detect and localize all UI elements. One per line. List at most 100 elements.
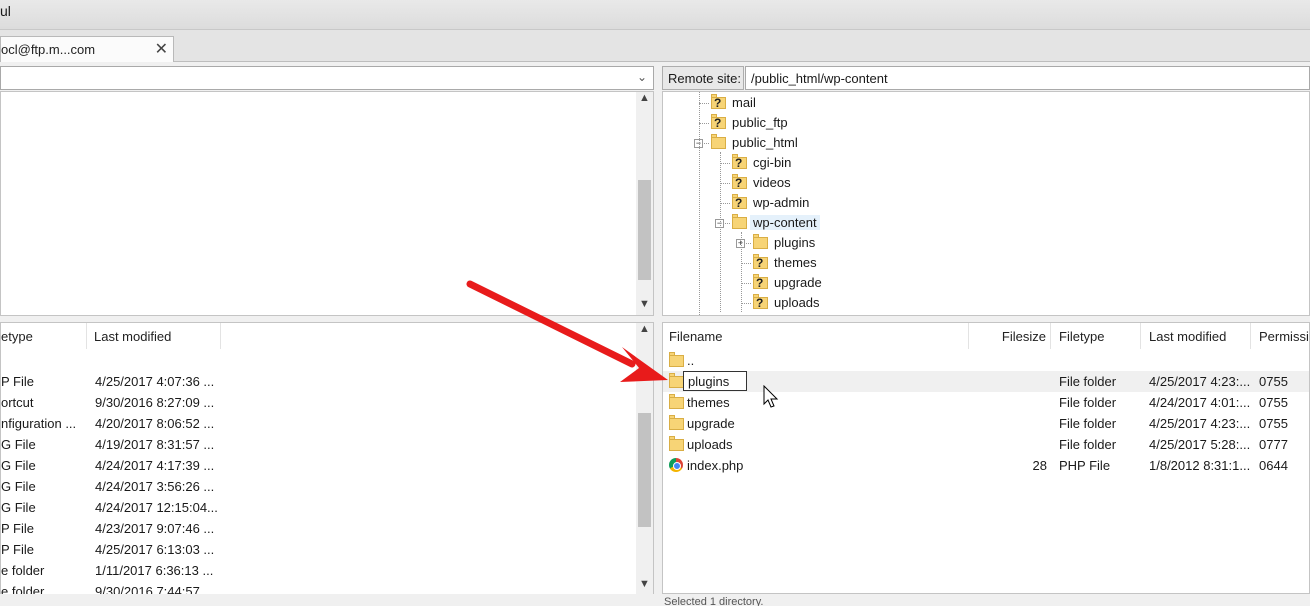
column-header-filetype[interactable]: Filetype: [1051, 323, 1141, 349]
remote-status-bar: Selected 1 directory.: [662, 594, 1310, 606]
tree-connector: [720, 183, 730, 184]
cell-filetype: G File: [1, 479, 36, 494]
unknown-folder-icon: ?: [732, 154, 747, 170]
local-directory-tree[interactable]: ▲ ▼: [0, 91, 654, 316]
tree-guide-line: [699, 92, 700, 315]
tree-item-label: videos: [753, 175, 791, 190]
cell-last-modified: 4/24/2017 12:15:04...: [95, 500, 218, 515]
remote-path-input[interactable]: /public_html/wp-content: [745, 66, 1310, 90]
title-bar: ul: [0, 0, 1310, 30]
cell-last-modified: 4/20/2017 8:06:52 ...: [95, 416, 215, 431]
cell-last-modified: 4/24/2017 4:17:39 ...: [95, 458, 215, 473]
column-header-permissions[interactable]: Permissio: [1251, 323, 1309, 349]
table-row[interactable]: nfiguration ... 4/20/2017 8:06:52 ...: [1, 413, 637, 434]
cell-last-modified: 9/30/2016 8:27:09 ...: [95, 395, 215, 410]
cell-last-modified: 4/19/2017 8:31:57 ...: [95, 437, 215, 452]
folder-icon: [669, 373, 684, 389]
column-header-filename[interactable]: Filename: [663, 323, 969, 349]
table-row[interactable]: G File 4/24/2017 12:15:04...: [1, 497, 637, 518]
vertical-splitter[interactable]: [654, 64, 662, 606]
cell-filetype: File folder: [1059, 395, 1117, 410]
scroll-down-icon[interactable]: ▼: [636, 578, 653, 595]
cell-permissions: 0755: [1259, 395, 1288, 410]
window-title: ul: [0, 3, 11, 19]
table-row[interactable]: P File 4/25/2017 4:07:36 ...: [1, 371, 637, 392]
tree-connector: [720, 163, 730, 164]
local-list-scrollbar[interactable]: ▲ ▼: [636, 323, 653, 605]
cell-last-modified: 4/25/2017 4:07:36 ...: [95, 374, 215, 389]
cell-last-modified: 1/11/2017 6:36:13 ...: [95, 563, 214, 578]
table-row[interactable]: upgrade File folder 4/25/2017 4:23:... 0755: [663, 413, 1309, 434]
tree-item-label: public_html: [732, 135, 798, 150]
cell-permissions: 0755: [1259, 374, 1288, 389]
table-row[interactable]: G File 4/24/2017 3:56:26 ...: [1, 476, 637, 497]
chrome-file-icon: [669, 458, 683, 472]
unknown-folder-icon: ?: [711, 114, 726, 130]
scroll-thumb[interactable]: [638, 413, 651, 527]
unknown-folder-icon: ?: [732, 174, 747, 190]
cell-filetype: File folder: [1059, 374, 1117, 389]
cell-last-modified: 1/8/2012 8:31:1...: [1149, 458, 1251, 473]
cell-filetype: File folder: [1059, 416, 1117, 431]
table-row[interactable]: G File 4/19/2017 8:31:57 ...: [1, 434, 637, 455]
tab-site[interactable]: ocl@ftp.m...com ✕: [0, 36, 174, 62]
scroll-up-icon[interactable]: ▲: [636, 92, 653, 109]
remote-directory-tree[interactable]: ? mail? public_ftp public_html −? cgi-bin? vid…: [662, 91, 1310, 316]
table-row[interactable]: ..: [663, 350, 1309, 371]
tree-connector: [699, 103, 709, 104]
cell-filesize: 28: [1032, 458, 1047, 473]
cell-filename: ..: [687, 353, 695, 368]
cell-filetype: nfiguration ...: [1, 416, 77, 431]
close-icon[interactable]: ✕: [155, 39, 168, 59]
tree-guide-line: [720, 152, 721, 312]
tree-item-label: wp-admin: [753, 195, 810, 210]
tree-connector: [720, 203, 730, 204]
table-row[interactable]: e folder 1/11/2017 6:36:13 ...: [1, 560, 637, 581]
folder-icon: [732, 214, 747, 230]
tree-item-label: wp-content: [750, 215, 820, 230]
unknown-folder-icon: ?: [732, 194, 747, 210]
cell-filename: upgrade: [687, 416, 735, 431]
local-tree-scrollbar[interactable]: ▲ ▼: [636, 92, 653, 315]
unknown-folder-icon: ?: [753, 274, 768, 290]
cell-filetype: P File: [1, 542, 34, 557]
tree-guide-line: [741, 232, 742, 312]
rename-input[interactable]: plugins: [683, 371, 747, 391]
cell-filetype: G File: [1, 458, 36, 473]
table-row[interactable]: themes File folder 4/24/2017 4:01:... 0755: [663, 392, 1309, 413]
column-header-last-modified[interactable]: Last modified: [88, 323, 221, 349]
table-row[interactable]: P File 4/25/2017 6:13:03 ...: [1, 539, 637, 560]
column-header-filetype[interactable]: etype: [1, 323, 87, 349]
tree-item-label: public_ftp: [732, 115, 788, 130]
tree-item-label: themes: [774, 255, 817, 270]
tree-item-label: cgi-bin: [753, 155, 792, 170]
table-row[interactable]: G File 4/24/2017 4:17:39 ...: [1, 455, 637, 476]
local-path-combobox[interactable]: ⌄: [0, 66, 654, 90]
cell-filetype: P File: [1, 521, 34, 536]
scroll-thumb[interactable]: [638, 180, 651, 280]
table-row[interactable]: ortcut 9/30/2016 8:27:09 ...: [1, 392, 637, 413]
cell-filename: uploads: [687, 437, 733, 452]
scroll-down-icon[interactable]: ▼: [636, 298, 653, 315]
cell-permissions: 0777: [1259, 437, 1288, 452]
remote-file-list[interactable]: Filename Filesize Filetype Last modified…: [662, 322, 1310, 594]
tab-strip: ocl@ftp.m...com ✕: [0, 30, 1310, 62]
cell-last-modified: 4/23/2017 9:07:46 ...: [95, 521, 215, 536]
remote-site-label: Remote site:: [662, 66, 744, 90]
cell-permissions: 0755: [1259, 416, 1288, 431]
cell-permissions: 0644: [1259, 458, 1288, 473]
column-header-last-modified[interactable]: Last modified: [1141, 323, 1251, 349]
cell-filetype: File folder: [1059, 437, 1117, 452]
local-status-bar: [0, 594, 654, 606]
local-file-list[interactable]: etype Last modified P File 4/25/2017 4:07…: [0, 322, 654, 606]
column-header-filesize[interactable]: Filesize: [969, 323, 1051, 349]
chevron-down-icon[interactable]: ⌄: [637, 70, 647, 84]
tree-connector: [741, 283, 751, 284]
scroll-up-icon[interactable]: ▲: [636, 323, 653, 340]
cell-last-modified: 4/25/2017 5:28:...: [1149, 437, 1251, 452]
table-row[interactable]: plugins File folder 4/25/2017 4:23:... 0755: [663, 371, 1309, 392]
folder-icon: [669, 415, 684, 431]
table-row[interactable]: P File 4/23/2017 9:07:46 ...: [1, 518, 637, 539]
table-row[interactable]: index.php 28 PHP File 1/8/2012 8:31:1... 064…: [663, 455, 1309, 476]
table-row[interactable]: uploads File folder 4/25/2017 5:28:... 0777: [663, 434, 1309, 455]
